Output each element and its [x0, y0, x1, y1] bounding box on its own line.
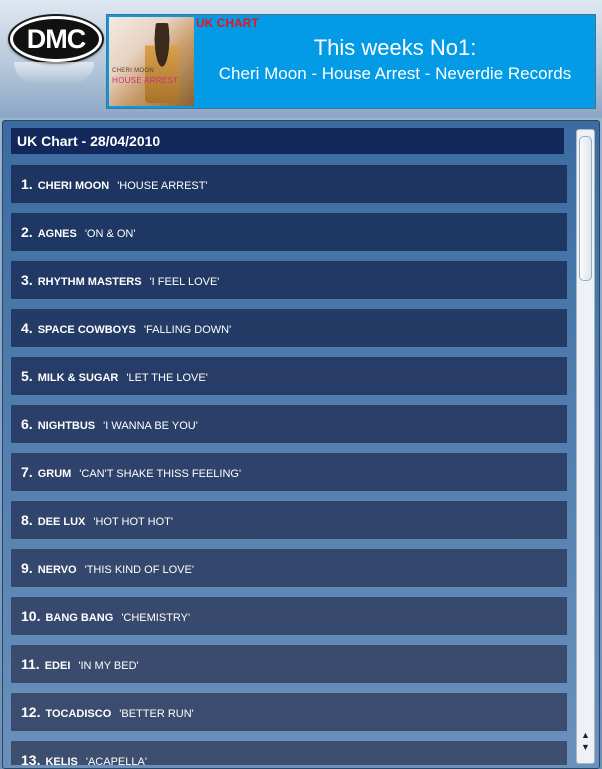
chart-artist: NERVO — [37, 564, 77, 576]
chart-rank: 2. — [21, 224, 33, 240]
chart-row[interactable]: 3. RHYTHM MASTERS 'I FEEL LOVE' — [11, 261, 567, 299]
chart-rank: 1. — [21, 176, 33, 192]
chart-row[interactable]: 9. NERVO 'THIS KIND OF LOVE' — [11, 549, 567, 587]
dmc-logo: DMC — [8, 14, 104, 64]
header: DMC CHERI MOON HOUSE ARREST UK CHART Thi… — [0, 0, 602, 118]
chart-artist: EDEI — [44, 660, 71, 672]
vertical-scrollbar[interactable]: ▲ ▼ — [576, 129, 595, 764]
chart-row[interactable]: 1. CHERI MOON 'HOUSE ARREST' — [11, 165, 567, 203]
banner-subline: Cheri Moon - House Arrest - Neverdie Rec… — [218, 64, 572, 83]
cover-artist-text: CHERI MOON — [112, 68, 154, 74]
chart-row[interactable]: 13. KELIS 'ACAPELLA' — [11, 741, 567, 765]
chart-artist: DEE LUX — [37, 516, 86, 528]
chart-track-title: 'FALLING DOWN' — [143, 324, 232, 336]
chart-artist: GRUM — [37, 468, 72, 480]
chart-rank: 5. — [21, 368, 33, 384]
chart-artist: NIGHTBUS — [37, 420, 96, 432]
chart-track-title: 'BETTER RUN' — [119, 708, 194, 720]
chart-row[interactable]: 4. SPACE COWBOYS 'FALLING DOWN' — [11, 309, 567, 347]
chart-row[interactable]: 7. GRUM 'CAN'T SHAKE THISS FEELING' — [11, 453, 567, 491]
banner-headline: This weeks No1: — [313, 35, 477, 60]
scroll-down-arrow-icon[interactable]: ▼ — [579, 742, 592, 753]
chart-row[interactable]: 12. TOCADISCO 'BETTER RUN' — [11, 693, 567, 731]
chart-row[interactable]: 2. AGNES 'ON & ON' — [11, 213, 567, 251]
chart-artist: AGNES — [37, 228, 77, 240]
chart-track-title: 'ON & ON' — [84, 228, 136, 240]
chart-rank: 4. — [21, 320, 33, 336]
chart-track-title: 'IN MY BED' — [78, 660, 139, 672]
chart-row[interactable]: 11. EDEI 'IN MY BED' — [11, 645, 567, 683]
chart-rank: 8. — [21, 512, 33, 528]
chart-track-title: 'LET THE LOVE' — [126, 372, 208, 384]
chart-panel: UK Chart - 28/04/2010 1. CHERI MOON 'HOUSE… — [2, 120, 600, 769]
album-cover-image: CHERI MOON HOUSE ARREST — [109, 17, 194, 106]
scrollbar-thumb[interactable] — [579, 136, 592, 281]
number-one-banner[interactable]: CHERI MOON HOUSE ARREST UK CHART This we… — [106, 14, 596, 109]
chart-artist: MILK & SUGAR — [37, 372, 119, 384]
chart-track-title: 'HOT HOT HOT' — [93, 516, 173, 528]
chart-list: 1. CHERI MOON 'HOUSE ARREST' 2. AGNES 'ON & O… — [11, 165, 567, 765]
chart-row[interactable]: 6. NIGHTBUS 'I WANNA BE YOU' — [11, 405, 567, 443]
chart-rank: 13. — [21, 752, 41, 765]
scroll-up-arrow-icon[interactable]: ▲ — [579, 730, 592, 741]
chart-track-title: 'I FEEL LOVE' — [149, 276, 220, 288]
chart-track-title: 'ACAPELLA' — [85, 756, 147, 765]
chart-artist: KELIS — [45, 756, 78, 765]
chart-rank: 10. — [21, 608, 41, 624]
chart-rank: 6. — [21, 416, 33, 432]
banner-label: UK CHART — [196, 16, 259, 30]
chart-track-title: 'THIS KIND OF LOVE' — [84, 564, 194, 576]
chart-row[interactable]: 8. DEE LUX 'HOT HOT HOT' — [11, 501, 567, 539]
chart-row[interactable]: 10. BANG BANG 'CHEMISTRY' — [11, 597, 567, 635]
cover-artist-figure — [145, 23, 179, 103]
chart-track-title: 'CAN'T SHAKE THISS FEELING' — [79, 468, 242, 480]
chart-rank: 7. — [21, 464, 33, 480]
chart-artist: CHERI MOON — [37, 180, 110, 192]
chart-row[interactable]: 5. MILK & SUGAR 'LET THE LOVE' — [11, 357, 567, 395]
chart-artist: TOCADISCO — [45, 708, 112, 720]
chart-rank: 11. — [21, 656, 40, 672]
logo-reflection — [14, 62, 94, 84]
chart-artist: BANG BANG — [45, 612, 114, 624]
chart-track-title: 'HOUSE ARREST' — [117, 180, 208, 192]
chart-rank: 12. — [21, 704, 41, 720]
cover-title-text: HOUSE ARREST — [112, 76, 179, 85]
chart-title: UK Chart - 28/04/2010 — [11, 128, 564, 154]
widget-window: DMC CHERI MOON HOUSE ARREST UK CHART Thi… — [0, 0, 602, 769]
logo-text: DMC — [13, 19, 99, 59]
chart-track-title: 'I WANNA BE YOU' — [103, 420, 198, 432]
chart-track-title: 'CHEMISTRY' — [121, 612, 191, 624]
chart-rank: 9. — [21, 560, 33, 576]
chart-artist: RHYTHM MASTERS — [37, 276, 142, 288]
chart-artist: SPACE COWBOYS — [37, 324, 136, 336]
chart-rank: 3. — [21, 272, 33, 288]
